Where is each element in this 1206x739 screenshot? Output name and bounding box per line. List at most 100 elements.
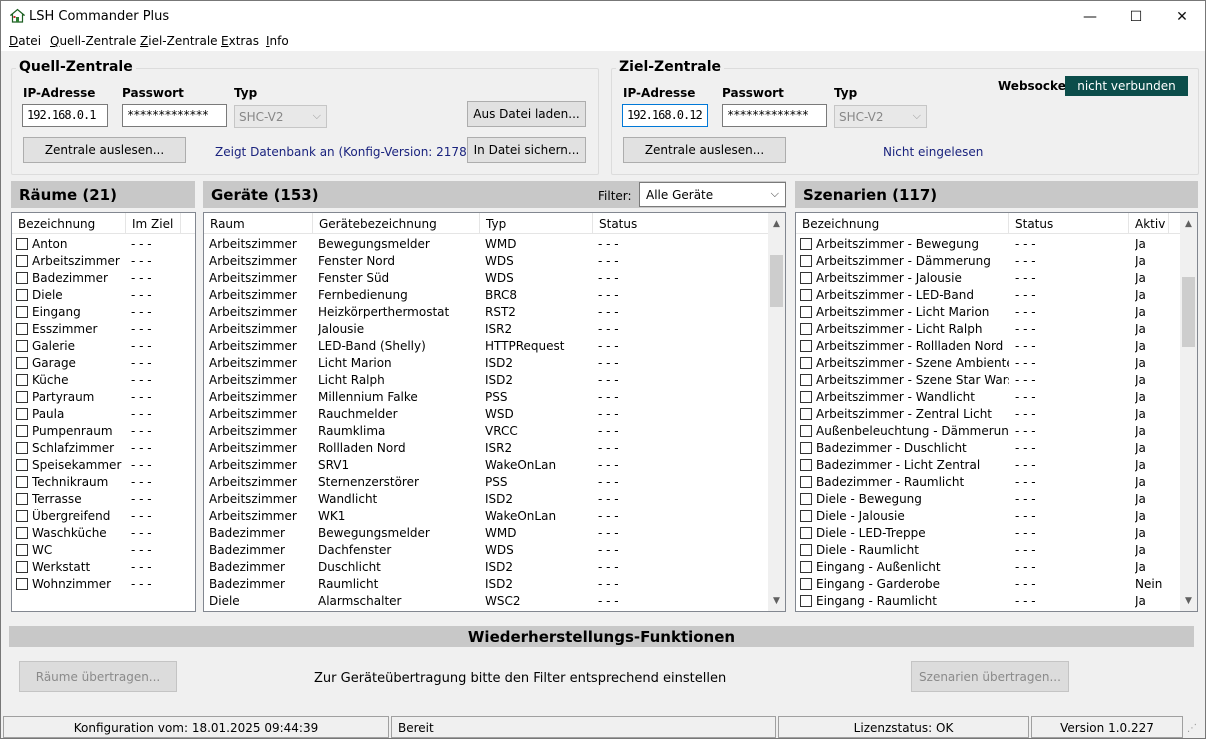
device-row[interactable]: Badezimmer Bewegungsmelder WMD - - - <box>204 525 785 542</box>
scenes-col-aktiv[interactable]: Aktiv <box>1129 213 1169 233</box>
source-ip-input[interactable]: 192.168.0.1 <box>22 104 108 127</box>
device-row[interactable]: Diele Alarmschalter WSC2 - - - <box>204 593 785 610</box>
menu-datei[interactable]: Datei <box>9 34 41 48</box>
scene-row-checkbox[interactable] <box>800 357 812 369</box>
scroll-down-icon[interactable]: ▼ <box>768 592 785 609</box>
scene-row[interactable]: Arbeitszimmer - Wandlicht - - - Ja <box>796 389 1197 406</box>
close-button[interactable]: ✕ <box>1159 1 1205 32</box>
room-row[interactable]: Küche - - - <box>12 372 195 389</box>
device-row[interactable]: Arbeitszimmer Fernbedienung BRC8 - - - <box>204 287 785 304</box>
room-row-checkbox[interactable] <box>16 272 28 284</box>
device-row[interactable]: Arbeitszimmer Jalousie ISR2 - - - <box>204 321 785 338</box>
maximize-button[interactable]: ☐ <box>1113 1 1159 32</box>
scenes-list[interactable]: Bezeichnung Status Aktiv Arbeitszimmer -… <box>795 212 1198 612</box>
room-row-checkbox[interactable] <box>16 374 28 386</box>
room-row-checkbox[interactable] <box>16 323 28 335</box>
room-row[interactable]: Arbeitszimmer - - - <box>12 253 195 270</box>
rooms-list[interactable]: Bezeichnung Im Ziel Anton - - - Arbeitszim… <box>11 212 196 612</box>
scene-row[interactable]: Eingang - Raumlicht - - - Ja <box>796 593 1197 610</box>
scene-row[interactable]: Arbeitszimmer - Licht Ralph - - - Ja <box>796 321 1197 338</box>
room-row[interactable]: Waschküche - - - <box>12 525 195 542</box>
room-row[interactable]: Diele - - - <box>12 287 195 304</box>
room-row[interactable]: Übergreifend - - - <box>12 508 195 525</box>
scene-row[interactable]: Arbeitszimmer - Bewegung - - - Ja <box>796 236 1197 253</box>
device-row[interactable]: Badezimmer Dachfenster WDS - - - <box>204 542 785 559</box>
room-row-checkbox[interactable] <box>16 561 28 573</box>
room-row[interactable]: Speisekammer - - - <box>12 457 195 474</box>
scene-row[interactable]: Arbeitszimmer - Dämmerung - - - Ja <box>796 253 1197 270</box>
scene-row-checkbox[interactable] <box>800 255 812 267</box>
devices-col-raum[interactable]: Raum <box>204 213 313 233</box>
transfer-scenes-button[interactable]: Szenarien übertragen... <box>911 661 1069 692</box>
room-row[interactable]: Garage - - - <box>12 355 195 372</box>
minimize-button[interactable]: — <box>1067 1 1113 32</box>
room-row[interactable]: Galerie - - - <box>12 338 195 355</box>
scene-row[interactable]: Eingang - Garderobe - - - Nein <box>796 576 1197 593</box>
scene-row[interactable]: Arbeitszimmer - Licht Marion - - - Ja <box>796 304 1197 321</box>
room-row-checkbox[interactable] <box>16 238 28 250</box>
device-row[interactable]: Arbeitszimmer Fenster Nord WDS - - - <box>204 253 785 270</box>
rooms-col-im-ziel[interactable]: Im Ziel <box>126 213 181 233</box>
room-row-checkbox[interactable] <box>16 425 28 437</box>
room-row-checkbox[interactable] <box>16 476 28 488</box>
scene-row[interactable]: Badezimmer - Raumlicht - - - Ja <box>796 474 1197 491</box>
scene-row[interactable]: Arbeitszimmer - Szene Star Wars - - - Ja <box>796 372 1197 389</box>
room-row-checkbox[interactable] <box>16 493 28 505</box>
scene-row-checkbox[interactable] <box>800 442 812 454</box>
room-row-checkbox[interactable] <box>16 306 28 318</box>
scene-row[interactable]: Arbeitszimmer - Szene Ambiente - - - Ja <box>796 355 1197 372</box>
room-row-checkbox[interactable] <box>16 357 28 369</box>
devices-scroll-thumb[interactable] <box>770 255 783 307</box>
scene-row[interactable]: Badezimmer - Duschlicht - - - Ja <box>796 440 1197 457</box>
device-row[interactable]: Badezimmer Raumlicht ISD2 - - - <box>204 576 785 593</box>
scenes-col-status[interactable]: Status <box>1009 213 1129 233</box>
room-row[interactable]: Eingang - - - <box>12 304 195 321</box>
scene-row-checkbox[interactable] <box>800 476 812 488</box>
scene-row[interactable]: Außenbeleuchtung - Dämmerung - - - Ja <box>796 423 1197 440</box>
room-row[interactable]: Werkstatt - - - <box>12 559 195 576</box>
device-row[interactable]: Arbeitszimmer WK1 WakeOnLan - - - <box>204 508 785 525</box>
scene-row[interactable]: Arbeitszimmer - Jalousie - - - Ja <box>796 270 1197 287</box>
save-to-file-button[interactable]: In Datei sichern... <box>467 137 586 163</box>
room-row[interactable]: Wohnzimmer - - - <box>12 576 195 593</box>
room-row-checkbox[interactable] <box>16 391 28 403</box>
scene-row[interactable]: Diele - Jalousie - - - Ja <box>796 508 1197 525</box>
room-row-checkbox[interactable] <box>16 408 28 420</box>
scene-row-checkbox[interactable] <box>800 510 812 522</box>
room-row-checkbox[interactable] <box>16 527 28 539</box>
source-password-input[interactable]: ************* <box>122 104 227 127</box>
devices-list[interactable]: Raum Gerätebezeichnung Typ Status Arbeit… <box>203 212 786 612</box>
scene-row-checkbox[interactable] <box>800 544 812 556</box>
room-row-checkbox[interactable] <box>16 544 28 556</box>
device-row[interactable]: Arbeitszimmer Fenster Süd WDS - - - <box>204 270 785 287</box>
device-row[interactable]: Arbeitszimmer Millennium Falke PSS - - - <box>204 389 785 406</box>
scroll-up-icon[interactable]: ▲ <box>1180 215 1197 232</box>
scene-row-checkbox[interactable] <box>800 493 812 505</box>
resize-grip-icon[interactable]: ⋰ <box>1187 723 1201 737</box>
scene-row-checkbox[interactable] <box>800 306 812 318</box>
scene-row[interactable]: Badezimmer - Licht Zentral - - - Ja <box>796 457 1197 474</box>
room-row[interactable]: WC - - - <box>12 542 195 559</box>
room-row[interactable]: Paula - - - <box>12 406 195 423</box>
room-row[interactable]: Partyraum - - - <box>12 389 195 406</box>
scene-row[interactable]: Eingang - Außenlicht - - - Ja <box>796 559 1197 576</box>
devices-scrollbar[interactable]: ▲ ▼ <box>768 213 785 611</box>
scroll-down-icon[interactable]: ▼ <box>1180 592 1197 609</box>
scene-row[interactable]: Diele - Bewegung - - - Ja <box>796 491 1197 508</box>
device-row[interactable]: Arbeitszimmer Raumklima VRCC - - - <box>204 423 785 440</box>
room-row-checkbox[interactable] <box>16 340 28 352</box>
scene-row-checkbox[interactable] <box>800 459 812 471</box>
scene-row[interactable]: Arbeitszimmer - Zentral Licht - - - Ja <box>796 406 1197 423</box>
source-read-button[interactable]: Zentrale auslesen... <box>23 137 186 163</box>
room-row-checkbox[interactable] <box>16 459 28 471</box>
room-row[interactable]: Anton - - - <box>12 236 195 253</box>
device-row[interactable]: Arbeitszimmer LED-Band (Shelly) HTTPReques… <box>204 338 785 355</box>
room-row-checkbox[interactable] <box>16 510 28 522</box>
scene-row-checkbox[interactable] <box>800 323 812 335</box>
room-row[interactable]: Pumpenraum - - - <box>12 423 195 440</box>
room-row-checkbox[interactable] <box>16 255 28 267</box>
scenes-col-bezeichnung[interactable]: Bezeichnung <box>796 213 1009 233</box>
menu-ziel-zentrale[interactable]: Ziel-Zentrale <box>140 34 218 48</box>
transfer-rooms-button[interactable]: Räume übertragen... <box>19 661 177 692</box>
scene-row-checkbox[interactable] <box>800 289 812 301</box>
